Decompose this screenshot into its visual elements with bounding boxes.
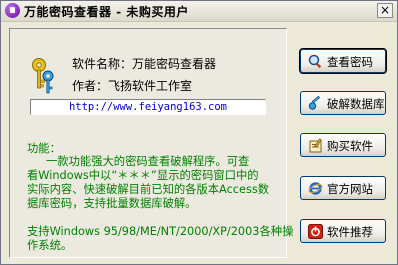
official-website-button[interactable]: 官方网站 (300, 176, 386, 200)
info-panel: 软件名称：万能密码查看器 作者：飞扬软件工作室 http://www.feiya… (9, 28, 293, 258)
button-label: 官方网站 (327, 182, 373, 196)
button-label: 购买软件 (327, 139, 373, 153)
keys-icon (32, 58, 54, 94)
app-window: 万能密码查看器 - 未购买用户 × 软件名称：万能密码查看器 作者：飞扬软件工作… (0, 0, 398, 265)
software-name-label: 软件名称：万能密码查看器 (72, 57, 217, 71)
key-icon (308, 96, 321, 110)
button-label: 软件推荐 (327, 225, 373, 239)
button-label: 破解数据库 (327, 97, 385, 111)
close-button[interactable]: × (377, 3, 393, 18)
window-title: 万能密码查看器 - 未购买用户 (24, 5, 189, 19)
description-line: 实际内容、快速破解目前已知的各版本Access数 (27, 183, 270, 196)
magnifier-icon (308, 54, 322, 69)
buy-software-button[interactable]: 购买软件 (300, 133, 386, 157)
power-icon (308, 224, 323, 239)
crack-database-button[interactable]: 破解数据库 (300, 91, 386, 115)
app-icon (5, 3, 20, 18)
description-line: 看Windows中以“＊＊＊”显示的密码窗口中的 (27, 169, 259, 182)
ie-icon (308, 182, 323, 195)
website-url-field[interactable]: http://www.feiyang163.com (30, 99, 266, 115)
author-label: 作者：飞扬软件工作室 (72, 79, 193, 93)
features-heading: 功能： (27, 142, 61, 155)
software-recommend-button[interactable]: 软件推荐 (300, 219, 386, 243)
notepad-icon (309, 138, 322, 153)
support-line: 支持Windows 95/98/ME/NT/2000/XP/2003各种操 (27, 225, 294, 238)
view-password-button[interactable]: 查看密码 (299, 48, 387, 74)
description-line: 据库密码，支持批量数据库破解。 (27, 197, 197, 210)
button-label: 查看密码 (327, 55, 373, 69)
support-line: 作系统。 (27, 239, 73, 252)
description-line: 一款功能强大的密码查看破解程序。可查 (46, 155, 250, 168)
title-bar[interactable]: 万能密码查看器 - 未购买用户 × (1, 1, 397, 22)
